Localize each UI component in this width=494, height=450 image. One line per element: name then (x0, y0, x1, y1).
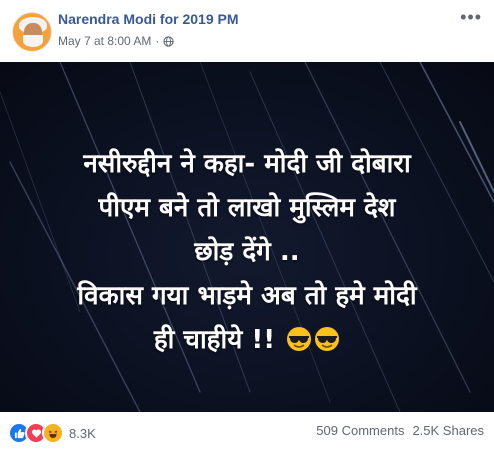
more-options-icon[interactable]: ••• (460, 8, 482, 26)
shares-count-link[interactable]: 2.5K Shares (412, 423, 484, 438)
post-text-line-last: ही चाहीये !! (0, 318, 494, 362)
sunglasses-face-icon (315, 327, 340, 351)
avatar[interactable] (12, 12, 52, 52)
reactions-summary[interactable]: 8.3K (8, 422, 96, 444)
page-name-link[interactable]: Narendra Modi for 2019 PM (58, 11, 239, 27)
haha-reaction-icon (42, 422, 64, 444)
post-text-line: ही चाहीये !! (153, 325, 276, 355)
comments-count-link[interactable]: 509 Comments (316, 423, 404, 438)
post-text-line: विकास गया भाड़मे अब तो हमे मोदी (77, 281, 417, 311)
post-text: नसीरुद्दीन ने कहा- मोदी जी दोबारा पीएम ब… (0, 142, 494, 362)
reaction-count[interactable]: 8.3K (69, 426, 96, 441)
post-image[interactable]: नसीरुद्दीन ने कहा- मोदी जी दोबारा पीएम ब… (0, 62, 494, 412)
post-text-line: पीएम बने तो लाखो मुस्लिम देश (98, 193, 396, 223)
post-footer: 8.3K 509 Comments 2.5K Shares (0, 412, 494, 450)
sunglasses-face-icon (287, 327, 312, 351)
globe-icon[interactable] (163, 35, 175, 47)
post-header: Narendra Modi for 2019 PM May 7 at 8:00 … (0, 0, 494, 62)
post-stats: 509 Comments 2.5K Shares (316, 423, 484, 438)
post-text-line: नसीरुद्दीन ने कहा- मोदी जी दोबारा (83, 149, 411, 179)
meta-separator: · (155, 34, 160, 48)
post-meta: May 7 at 8:00 AM · (58, 34, 175, 48)
post-text-line: छोड़ देंगे .. (194, 237, 300, 267)
post-timestamp[interactable]: May 7 at 8:00 AM (58, 34, 151, 48)
